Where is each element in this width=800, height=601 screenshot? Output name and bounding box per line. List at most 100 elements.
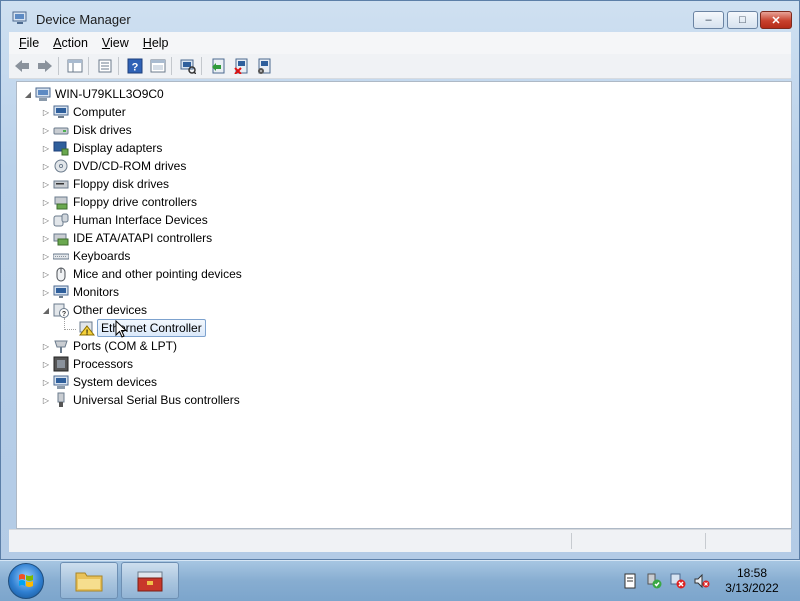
expand-arrow-icon[interactable]: ▷ — [41, 144, 51, 153]
expand-arrow-icon[interactable]: ▷ — [41, 360, 51, 369]
menu-file[interactable]: File — [19, 36, 39, 50]
ethernet-controller-label: Ethernet Controller — [97, 319, 206, 337]
tree-item-label: Monitors — [73, 285, 120, 299]
device-manager-icon — [12, 11, 27, 24]
tree-item-mice[interactable]: ▷ Mice and other pointing devices — [41, 265, 242, 283]
status-bar — [9, 529, 791, 552]
tree-item-label: Floppy drive controllers — [73, 195, 198, 209]
tree-item-label: Floppy disk drives — [73, 177, 170, 191]
taskbar-device-manager-button[interactable] — [121, 562, 179, 599]
tree-item-ports[interactable]: ▷ Ports (COM & LPT) — [41, 337, 177, 355]
safely-remove-hardware-icon[interactable] — [646, 573, 662, 589]
tree-item-label: Other devices — [73, 303, 148, 317]
toolbar-separator — [201, 57, 202, 75]
display-adapter-icon — [53, 141, 69, 156]
network-error-icon[interactable] — [670, 573, 686, 589]
tree-item-processors[interactable]: ▷ Processors — [41, 355, 133, 373]
tree-item-keyboards[interactable]: ▷ Keyboards — [41, 247, 130, 265]
mouse-icon — [56, 267, 66, 282]
toolbar: ? — [9, 54, 791, 79]
menu-view[interactable]: View — [102, 36, 129, 50]
expand-arrow-icon[interactable]: ▷ — [41, 108, 51, 117]
title-bar[interactable]: Device Manager – □ ✕ — [1, 1, 799, 33]
menu-action[interactable]: Action — [53, 36, 88, 50]
expand-arrow-icon[interactable]: ▷ — [41, 396, 51, 405]
tree-item-usb-controllers[interactable]: ▷ Universal Serial Bus controllers — [41, 391, 240, 409]
menu-bar: File Action View Help — [9, 32, 791, 54]
tree-item-disk-drives[interactable]: ▷ Disk drives — [41, 121, 132, 139]
expand-arrow-icon[interactable]: ▷ — [41, 216, 51, 225]
taskbar: 18:58 3/13/2022 — [0, 560, 800, 601]
svg-text:?: ? — [132, 62, 139, 74]
folder-icon — [75, 572, 103, 591]
tree-item-ethernet-controller[interactable]: ! Ethernet Controller — [77, 319, 206, 337]
close-button[interactable]: ✕ — [760, 11, 792, 29]
scan-hardware-icon[interactable] — [178, 57, 198, 75]
clock-date: 3/13/2022 — [725, 581, 779, 595]
tree-item-floppy-disk-drives[interactable]: ▷ Floppy disk drives — [41, 175, 169, 193]
expand-arrow-icon[interactable]: ▷ — [41, 180, 51, 189]
floppy-drive-icon — [53, 180, 69, 189]
device-tree-pane[interactable]: ◢ WIN-U79KLL3O9C0 ▷ Computer ▷ Disk driv… — [16, 81, 792, 529]
tree-item-dvd-drives[interactable]: ▷ DVD/CD-ROM drives — [41, 157, 186, 175]
system-clock[interactable]: 18:58 3/13/2022 — [720, 566, 784, 596]
volume-muted-icon[interactable] — [694, 573, 710, 589]
expand-arrow-icon[interactable]: ▷ — [41, 126, 51, 135]
taskbar-explorer-button[interactable] — [60, 562, 118, 599]
forward-icon[interactable] — [35, 57, 55, 75]
port-icon — [54, 340, 68, 353]
tree-item-label: Ports (COM & LPT) — [73, 339, 178, 353]
processor-icon — [53, 356, 69, 372]
floppy-controller-icon — [54, 196, 68, 210]
expand-arrow-icon[interactable]: ▷ — [41, 378, 51, 387]
usb-icon — [57, 392, 65, 407]
tree-item-human-interface-devices[interactable]: ▷ Human Interface Devices — [41, 211, 208, 229]
tree-item-ide-controllers[interactable]: ▷ IDE ATA/ATAPI controllers — [41, 229, 212, 247]
computer-root-icon — [35, 87, 51, 101]
tree-item-other-devices[interactable]: ◢ ? Other devices — [41, 301, 147, 319]
properties-icon[interactable] — [95, 57, 115, 75]
uninstall-icon[interactable] — [231, 57, 251, 75]
view-icon[interactable] — [148, 57, 168, 75]
expand-arrow-icon[interactable]: ▷ — [41, 342, 51, 351]
expand-arrow-icon[interactable]: ▷ — [41, 270, 51, 279]
start-button[interactable] — [8, 563, 44, 599]
tree-item-display-adapters[interactable]: ▷ Display adapters — [41, 139, 162, 157]
dvd-drive-icon — [54, 159, 68, 173]
action-center-icon[interactable] — [622, 573, 638, 589]
collapse-arrow-icon[interactable]: ◢ — [23, 90, 33, 99]
show-hide-console-tree-icon[interactable] — [65, 57, 85, 75]
tree-item-computer[interactable]: ▷ Computer — [41, 103, 126, 121]
monitor-icon — [53, 285, 69, 298]
expand-arrow-icon[interactable]: ▷ — [41, 252, 51, 261]
tree-item-label: Universal Serial Bus controllers — [73, 393, 240, 407]
keyboard-icon — [53, 253, 69, 260]
menu-help[interactable]: Help — [143, 36, 169, 50]
tree-item-label: Computer — [73, 105, 126, 119]
tree-item-monitors[interactable]: ▷ Monitors — [41, 283, 119, 301]
maximize-button[interactable]: □ — [727, 11, 758, 29]
back-icon[interactable] — [12, 57, 32, 75]
tree-item-system-devices[interactable]: ▷ System devices — [41, 373, 157, 391]
ide-controller-icon — [53, 233, 69, 246]
disable-icon[interactable] — [254, 57, 274, 75]
tree-item-label: Human Interface Devices — [73, 213, 208, 227]
expand-arrow-icon[interactable]: ▷ — [41, 162, 51, 171]
tree-item-floppy-drive-controllers[interactable]: ▷ Floppy drive controllers — [41, 193, 197, 211]
tree-item-label: IDE ATA/ATAPI controllers — [73, 231, 213, 245]
tree-root[interactable]: ◢ WIN-U79KLL3O9C0 — [23, 85, 164, 103]
update-driver-icon[interactable] — [208, 57, 228, 75]
tree-item-label: Processors — [73, 357, 134, 371]
help-icon[interactable]: ? — [125, 57, 145, 75]
expand-arrow-icon[interactable]: ▷ — [41, 198, 51, 207]
toolbar-separator — [171, 57, 172, 75]
status-bar-separator — [571, 533, 572, 549]
minimize-button[interactable]: – — [693, 11, 724, 29]
collapse-arrow-icon[interactable]: ◢ — [41, 306, 51, 315]
tree-item-label: Keyboards — [73, 249, 131, 263]
expand-arrow-icon[interactable]: ▷ — [41, 288, 51, 297]
toolbar-separator — [88, 57, 89, 75]
expand-arrow-icon[interactable]: ▷ — [41, 234, 51, 243]
device-manager-window: Device Manager – □ ✕ File Action View He… — [0, 0, 800, 560]
unknown-device-icon: ? — [53, 303, 69, 318]
